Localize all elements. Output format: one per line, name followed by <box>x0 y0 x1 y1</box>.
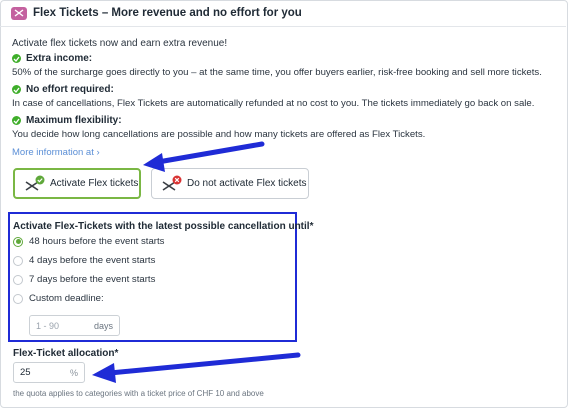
annotation-arrow-to-allocation-input <box>92 352 301 383</box>
annotation-arrow-to-activate-button <box>143 141 265 172</box>
annotation-arrows <box>92 141 301 383</box>
